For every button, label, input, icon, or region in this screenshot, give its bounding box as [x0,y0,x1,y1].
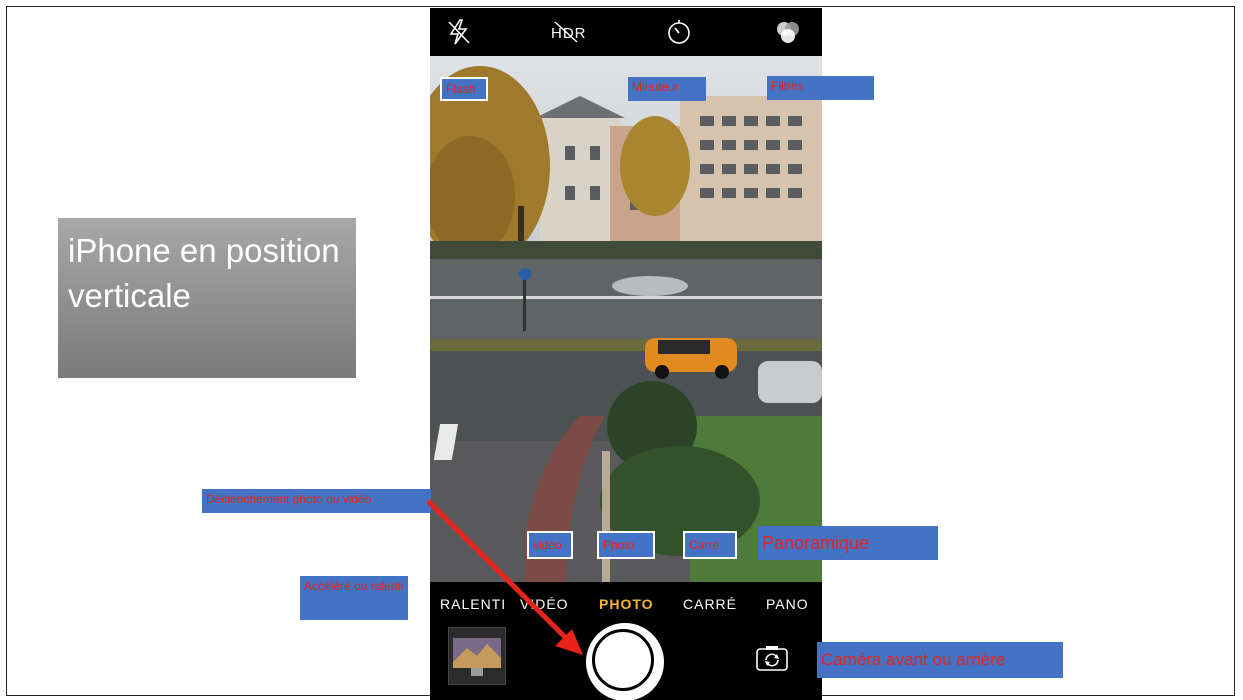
label-carre: Carré [683,531,737,559]
mode-ralenti[interactable]: RALENTI [440,596,506,612]
mode-video[interactable]: VIDÉO [520,596,569,612]
filters-icon[interactable] [773,18,803,53]
iphone-camera-screen: HDR RALENTI VIDÉO PHOTO CARRÉ PANO [430,8,822,700]
label-flash: Flash [440,77,488,101]
camera-top-bar: HDR [430,8,822,56]
hdr-off-icon[interactable]: HDR [551,20,587,48]
last-photo-thumbnail[interactable] [448,627,506,685]
label-camera-switch: Caméra avant ou arrière [817,642,1063,678]
flash-off-icon[interactable] [446,18,472,53]
timer-icon[interactable] [665,18,693,53]
slide-title: iPhone en position verticale [58,218,356,378]
label-panoramique: Panoramique [758,526,938,560]
label-photo: Photo [597,531,655,559]
camera-controls [430,618,822,700]
mode-carre[interactable]: CARRÉ [683,596,737,612]
label-accelere: Accéléré ou ralenti [300,576,408,620]
mode-photo[interactable]: PHOTO [599,596,654,612]
label-declenchement: Déclenchement photo ou vidéo [202,489,431,513]
shutter-inner-ring [592,629,654,691]
mode-pano[interactable]: PANO [766,596,809,612]
label-filtres: Filtres [767,76,874,100]
camera-switch-icon[interactable] [754,643,790,673]
shutter-button[interactable] [586,623,664,700]
camera-viewfinder[interactable] [430,56,822,582]
label-video: vidéo [527,531,573,559]
label-minuteur: Minuteur [628,77,706,101]
